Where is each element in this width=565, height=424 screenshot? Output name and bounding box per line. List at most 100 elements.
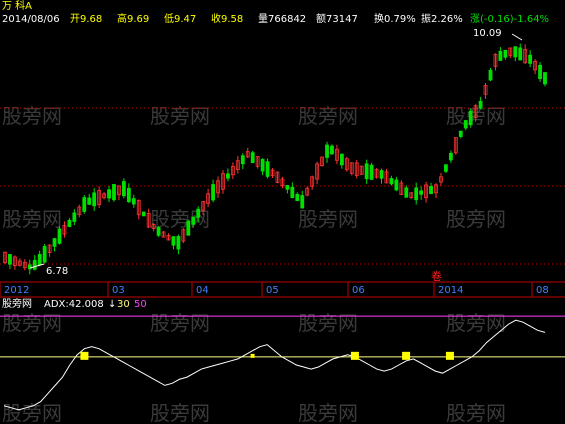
watermark: 股旁网: [2, 401, 62, 424]
candle-body: [196, 208, 201, 218]
price-annotations: 10.09 6.78: [29, 28, 523, 277]
adx-signal-marker: [80, 351, 89, 360]
candle-body: [156, 227, 161, 236]
candle-body: [82, 197, 87, 212]
candle-body: [285, 185, 290, 190]
candlestick-series: [3, 43, 547, 275]
candle-body: [131, 198, 136, 205]
watermark: 股旁网: [2, 207, 62, 231]
low-price: 低9.47: [164, 12, 196, 25]
stock-name: 万 科A: [2, 0, 32, 12]
candle-body: [191, 216, 196, 225]
watermark: 股旁网: [298, 207, 358, 231]
watermark: 股旁网: [446, 311, 506, 335]
candle-body: [32, 259, 37, 270]
candle-body: [260, 159, 265, 172]
adx-arrow: ↓: [108, 299, 116, 310]
candle-body: [444, 164, 448, 172]
candle-body: [67, 219, 72, 227]
candle-body: [339, 153, 344, 166]
volume: 量766842: [258, 13, 306, 25]
candle-body: [513, 46, 518, 58]
candle-body: [126, 187, 131, 203]
candle-body: [42, 246, 47, 263]
x-tick-label: 2012: [4, 285, 29, 296]
candle-body: [503, 49, 508, 58]
candle-body: [295, 193, 300, 201]
candle-body: [141, 211, 146, 217]
x-tick-label: 05: [266, 285, 279, 296]
candle-body: [300, 195, 305, 209]
candle-body: [57, 228, 62, 244]
candle-body: [8, 254, 12, 265]
watermark-layer: 股旁网 股旁网 股旁网 股旁网 股旁网 股旁网 股旁网 股旁网 股旁网 股旁网 …: [2, 104, 506, 424]
candle-body: [463, 120, 468, 129]
high-price: 高9.69: [117, 12, 149, 25]
candle-body: [52, 238, 57, 247]
candle-body: [419, 190, 424, 195]
dividend-marker: 卷: [431, 269, 442, 283]
high-annotation: 10.09: [473, 28, 502, 39]
candle-body: [429, 185, 433, 195]
candle-body: [538, 64, 542, 79]
candle-body: [211, 184, 215, 201]
candle-body: [186, 220, 191, 236]
candle-body: [176, 236, 181, 250]
x-tick-label: 04: [196, 285, 209, 296]
candle-body: [87, 197, 92, 205]
info-bar: 万 科A 2014/08/06 开9.68 高9.69 低9.47 收9.58 …: [2, 0, 549, 25]
x-tick-label: 03: [112, 285, 125, 296]
indicator-name: 股旁网: [2, 297, 32, 310]
candle-body: [27, 264, 32, 270]
candle-body: [112, 184, 116, 201]
watermark: 股旁网: [2, 311, 62, 335]
x-tick-label: 08: [536, 285, 549, 296]
adx-signal-marker: [250, 353, 255, 358]
candle-body: [92, 192, 97, 207]
candle-body: [250, 152, 255, 164]
candle-body: [458, 130, 463, 137]
amount: 额73147: [316, 12, 358, 25]
low-annotation: 6.78: [46, 266, 68, 277]
stock-chart: 股旁网 股旁网 股旁网 股旁网 股旁网 股旁网 股旁网 股旁网 股旁网 股旁网 …: [0, 0, 565, 424]
close-price: 收9.58: [211, 12, 243, 25]
candle-body: [330, 145, 334, 155]
candle-body: [394, 179, 399, 191]
adx-signal-marker: [402, 351, 411, 360]
x-axis: 2012 03 04 05 06 2014 08 卷: [0, 269, 565, 298]
candle-body: [325, 144, 329, 158]
candle-body: [379, 170, 384, 179]
watermark: 股旁网: [150, 311, 210, 335]
level30-label: 30: [117, 299, 130, 310]
watermark: 股旁网: [298, 311, 358, 335]
change: 涨(-0.16)-1.64%: [470, 13, 549, 25]
open-price: 开9.68: [70, 14, 102, 25]
turnover: 换0.79%: [374, 12, 416, 25]
x-tick-label: 06: [352, 285, 365, 296]
watermark: 股旁网: [298, 401, 358, 424]
candle-body: [290, 186, 295, 198]
candle-body: [478, 100, 483, 109]
candle-body: [107, 189, 111, 199]
candle-body: [171, 236, 176, 246]
adx-signal-marker: [445, 351, 454, 360]
watermark: 股旁网: [446, 401, 506, 424]
candle-body: [404, 187, 409, 198]
candle-body: [498, 50, 503, 61]
candle-body: [389, 178, 394, 185]
candle-body: [488, 69, 493, 81]
x-tick-label: 2014: [438, 285, 463, 296]
candle-body: [72, 212, 77, 222]
watermark: 股旁网: [446, 207, 506, 231]
watermark: 股旁网: [150, 401, 210, 424]
adx-signal-marker: [350, 351, 359, 360]
adx-value: ADX:42.008: [44, 299, 104, 310]
candle-body: [528, 54, 533, 64]
level50-label: 50: [134, 299, 147, 310]
candle-body: [369, 164, 374, 180]
candle-body: [468, 110, 473, 126]
candle-body: [240, 155, 245, 165]
candle-body: [414, 187, 419, 201]
candle-body: [37, 254, 42, 266]
date-label: 2014/08/06: [2, 14, 60, 25]
